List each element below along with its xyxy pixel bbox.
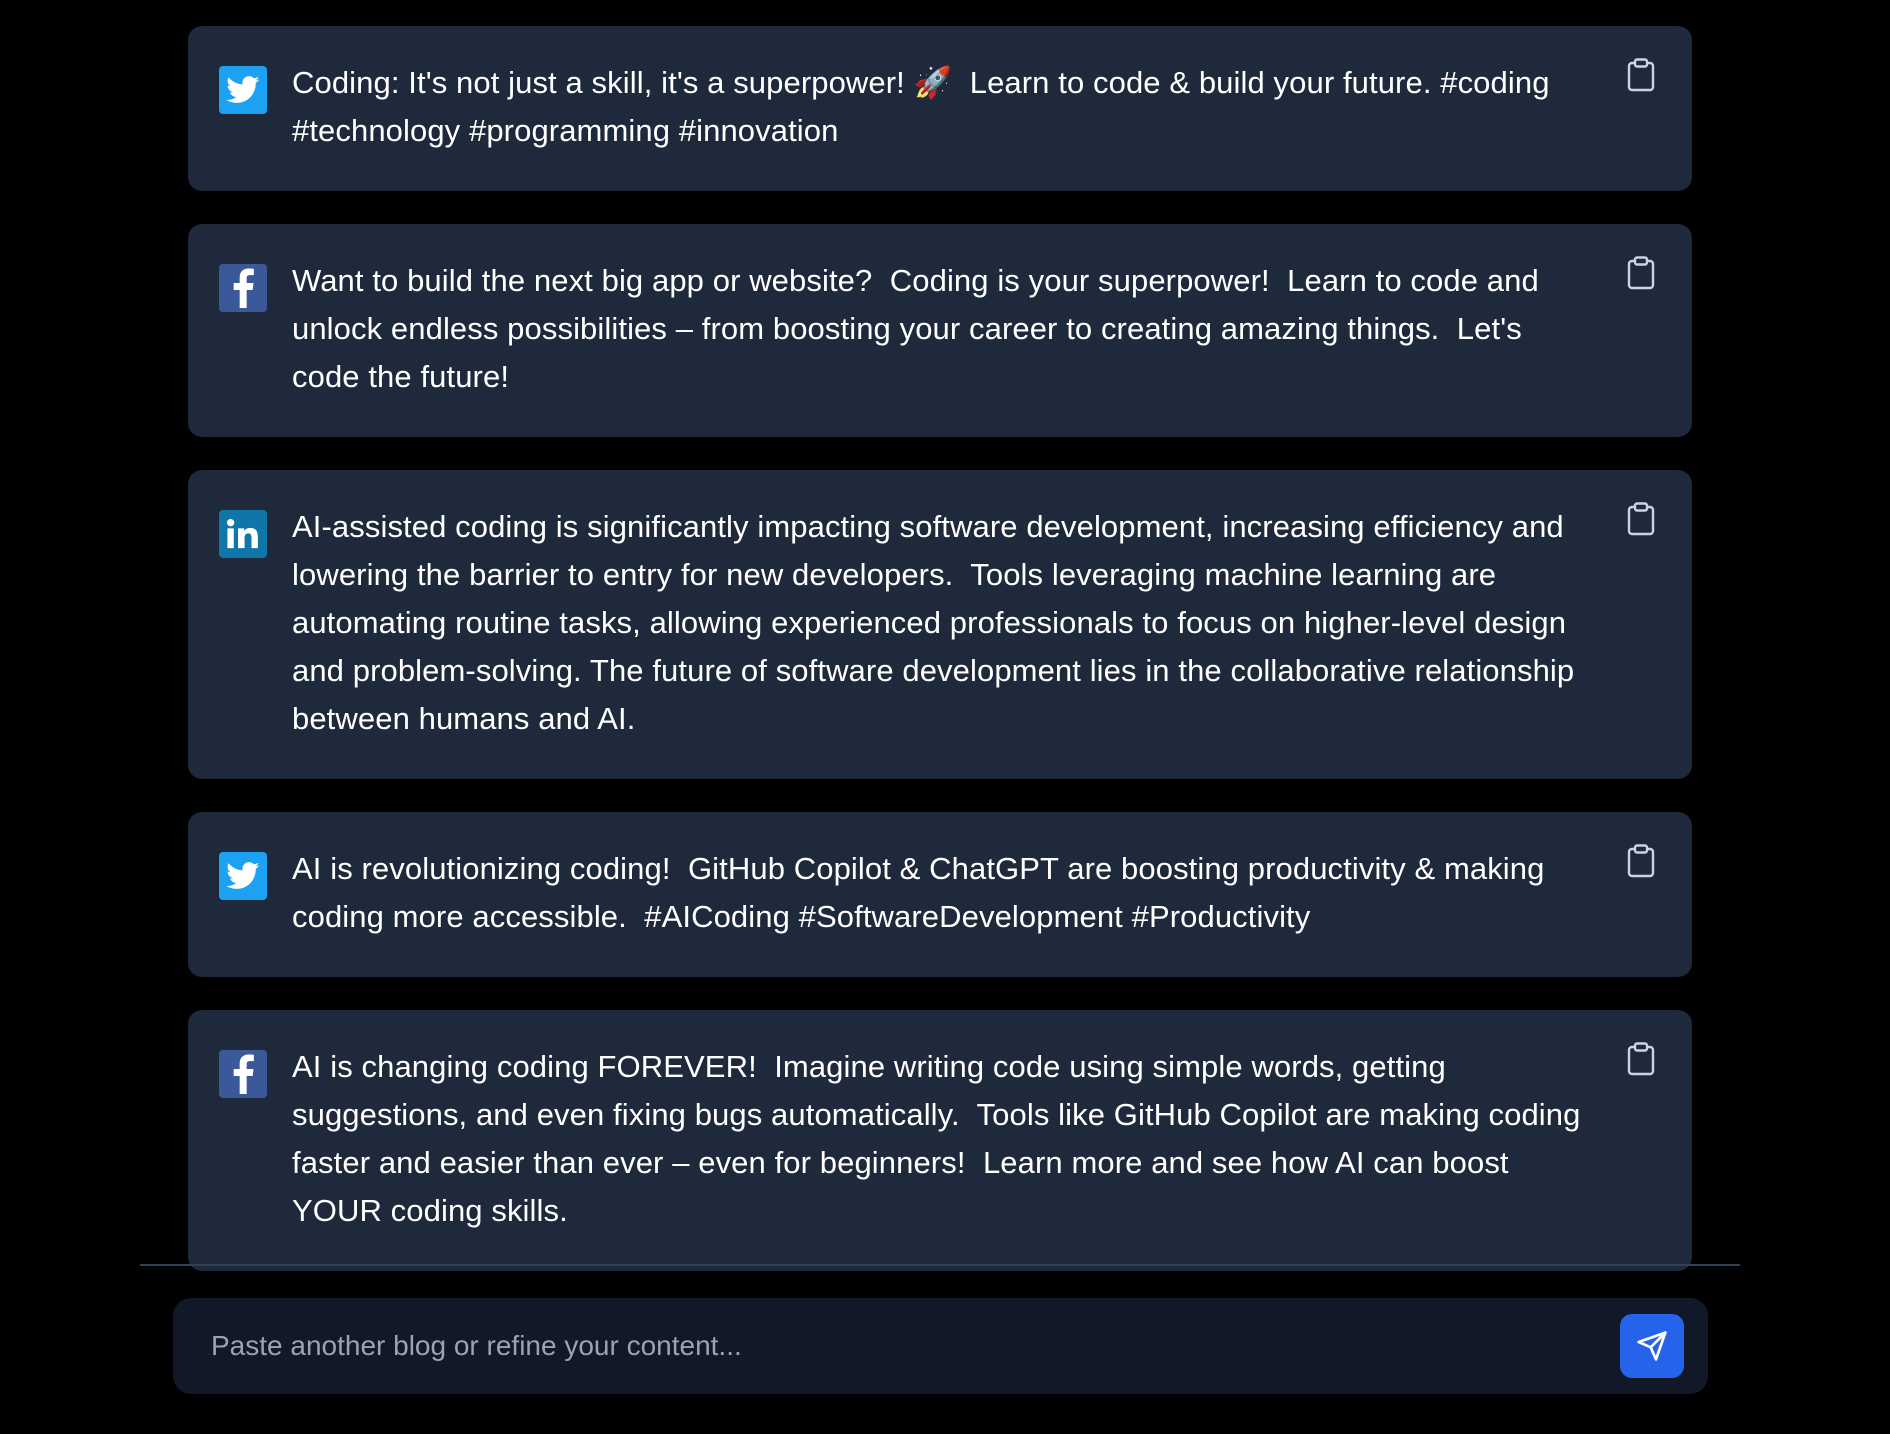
post-text: AI is changing coding FOREVER! Imagine w…: [292, 1049, 1590, 1228]
post-text: Want to build the next big app or websit…: [292, 263, 1548, 394]
post-card-facebook: AI is changing coding FOREVER! Imagine w…: [188, 1010, 1692, 1271]
send-button[interactable]: [1620, 1314, 1684, 1378]
clipboard-icon: [1627, 256, 1655, 290]
generated-posts-list: Coding: It's not just a skill, it's a su…: [188, 26, 1692, 1304]
post-text: Coding: It's not just a skill, it's a su…: [292, 65, 1559, 148]
post-text: AI-assisted coding is significantly impa…: [292, 509, 1583, 736]
copy-button[interactable]: [1624, 256, 1658, 296]
clipboard-icon: [1627, 1042, 1655, 1076]
clipboard-icon: [1627, 844, 1655, 878]
post-card-facebook: Want to build the next big app or websit…: [188, 224, 1692, 437]
post-card-twitter: AI is revolutionizing coding! GitHub Cop…: [188, 812, 1692, 977]
facebook-icon: [219, 264, 267, 312]
facebook-icon: [219, 1050, 267, 1098]
copy-button[interactable]: [1624, 844, 1658, 884]
content-generator-page: Coding: It's not just a skill, it's a su…: [0, 0, 1890, 1434]
clipboard-icon: [1627, 58, 1655, 92]
composer: [173, 1298, 1708, 1394]
copy-button[interactable]: [1624, 1042, 1658, 1082]
divider: [140, 1264, 1740, 1266]
copy-button[interactable]: [1624, 502, 1658, 542]
send-icon: [1637, 1331, 1667, 1361]
clipboard-icon: [1627, 502, 1655, 536]
linkedin-icon: [219, 510, 267, 558]
post-text: AI is revolutionizing coding! GitHub Cop…: [292, 851, 1554, 934]
post-card-twitter: Coding: It's not just a skill, it's a su…: [188, 26, 1692, 191]
content-input[interactable]: [173, 1298, 1620, 1394]
copy-button[interactable]: [1624, 58, 1658, 98]
twitter-icon: [219, 66, 267, 114]
twitter-icon: [219, 852, 267, 900]
post-card-linkedin: AI-assisted coding is significantly impa…: [188, 470, 1692, 779]
